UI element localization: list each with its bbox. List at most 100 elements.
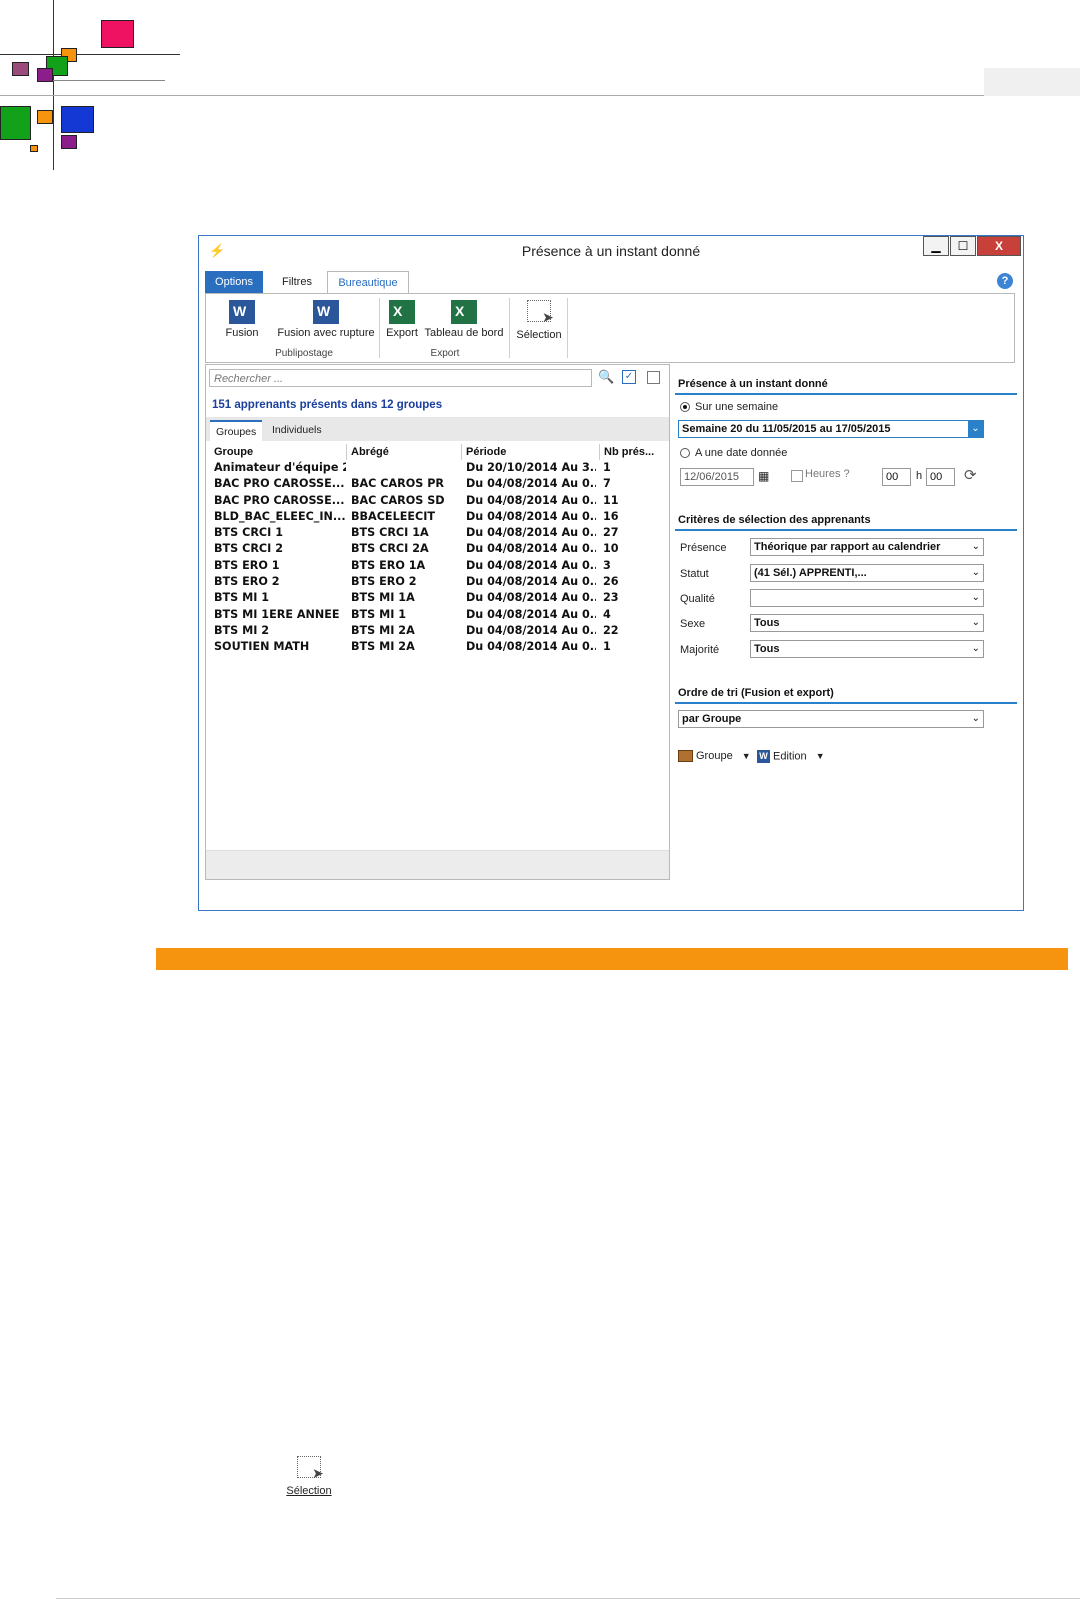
search-input[interactable]: Rechercher ... — [209, 369, 592, 387]
calendar-icon[interactable]: ▦ — [758, 469, 769, 483]
cell-groupe: BAC PRO CAROSSE... — [214, 493, 345, 507]
group-publipostage: Publipostage — [275, 348, 333, 359]
word-icon: W — [757, 750, 770, 763]
col-periode[interactable]: Période — [462, 444, 600, 460]
minimize-button[interactable]: ▁ — [923, 236, 949, 256]
presence-select[interactable]: Théorique par rapport au calendrier ⌄ — [750, 538, 984, 556]
fusion-label: Fusion — [225, 327, 259, 339]
table-row[interactable]: BTS MI 1ERE ANNEE BTS MI 1 Du 04/08/2014 A… — [210, 607, 668, 623]
cell-nb-presents: 1 — [603, 461, 611, 474]
col-groupe[interactable]: Groupe — [210, 444, 347, 460]
selection-illustration-label: Sélection — [286, 1485, 332, 1497]
tab-options[interactable]: Options — [205, 271, 263, 293]
statut-select[interactable]: (41 Sél.) APPRENTI,... ⌄ — [750, 564, 984, 582]
tab-filtres[interactable]: Filtres — [267, 271, 327, 293]
selection-button[interactable]: ➤ Sélection — [514, 300, 564, 341]
table-row[interactable]: BTS MI 1 BTS MI 1A Du 04/08/2014 Au 0... 23 — [210, 590, 668, 606]
cell-periode: Du 04/08/2014 Au 0... — [466, 509, 596, 523]
section-criteria-title: Critères de sélection des apprenants — [678, 514, 871, 526]
cell-abrege: BTS ERO 1A — [351, 558, 426, 572]
cell-nb-presents: 11 — [603, 493, 619, 507]
subtabs: Groupes Individuels — [206, 417, 669, 443]
groupe-button-label: Groupe — [696, 750, 733, 762]
cell-periode: Du 04/08/2014 Au 0... — [466, 623, 596, 637]
cell-groupe: BTS MI 2 — [214, 623, 270, 637]
excel-icon: X — [389, 300, 415, 324]
groupe-button[interactable]: Groupe ▼ — [678, 750, 751, 763]
table-row[interactable]: BTS ERO 2 BTS ERO 2 Du 04/08/2014 Au 0... 2… — [210, 574, 668, 590]
briefcase-icon — [678, 750, 693, 763]
table-row[interactable]: BTS ERO 1 BTS ERO 1A Du 04/08/2014 Au 0...… — [210, 558, 668, 574]
table-body: Animateur d'équipe 2... Du 20/10/2014 Au … — [210, 460, 668, 656]
fusion-rupture-button[interactable]: W Fusion avec rupture — [276, 300, 376, 339]
radio-date-label: A une date donnée — [695, 447, 788, 459]
table-row[interactable]: SOUTIEN MATH BTS MI 2A Du 04/08/2014 Au 0.… — [210, 639, 668, 655]
table-row[interactable]: Animateur d'équipe 2... Du 20/10/2014 Au … — [210, 460, 668, 476]
export-button[interactable]: X Export — [384, 300, 420, 339]
tab-groupes[interactable]: Groupes — [210, 420, 263, 443]
sexe-select[interactable]: Tous ⌄ — [750, 614, 984, 632]
table-row[interactable]: BTS CRCI 1 BTS CRCI 1A Du 04/08/2014 Au 0.… — [210, 525, 668, 541]
edition-button-label: Edition — [773, 750, 807, 763]
word-icon: W — [229, 300, 255, 324]
cell-nb-presents: 3 — [603, 558, 611, 572]
cell-nb-presents: 7 — [603, 477, 611, 491]
cell-periode: Du 04/08/2014 Au 0... — [466, 477, 596, 491]
cell-periode: Du 04/08/2014 Au 0... — [466, 607, 596, 621]
week-select[interactable]: Semaine 20 du 11/05/2015 au 17/05/2015 ⌄ — [678, 420, 984, 438]
maximize-button[interactable]: ☐ — [950, 236, 976, 256]
ribbon-separator — [567, 298, 568, 358]
qualite-select[interactable]: ⌄ — [750, 589, 984, 607]
search-icon[interactable]: 🔍 — [598, 369, 614, 385]
table-row[interactable]: BTS MI 2 BTS MI 2A Du 04/08/2014 Au 0... 22 — [210, 623, 668, 639]
radio-date[interactable] — [680, 448, 690, 458]
sort-select[interactable]: par Groupe ⌄ — [678, 710, 984, 728]
table-row[interactable]: BLD_BAC_ELEEC_IN... BBACELEECIT Du 04/08/2… — [210, 509, 668, 525]
minute-field[interactable]: 00 — [926, 468, 955, 486]
section-divider — [675, 529, 1017, 531]
col-nb-presents[interactable]: Nb prés... — [600, 444, 668, 460]
close-button[interactable]: X — [977, 236, 1021, 256]
edition-button[interactable]: W Edition ▼ — [757, 750, 825, 763]
selection-icon: ➤ — [297, 1456, 324, 1481]
col-abrege[interactable]: Abrégé — [347, 444, 462, 460]
ribbon-separator — [379, 298, 380, 358]
cell-groupe: BTS ERO 2 — [214, 575, 280, 589]
cell-groupe: BTS CRCI 1 — [214, 526, 283, 540]
cell-nb-presents: 1 — [603, 640, 611, 654]
tableau-de-bord-button[interactable]: X Tableau de bord — [422, 300, 506, 339]
tab-individuels[interactable]: Individuels — [266, 420, 328, 441]
hour-field[interactable]: 00 — [882, 468, 911, 486]
cell-groupe: BTS MI 1ERE ANNEE — [214, 607, 340, 621]
presence-count: 151 apprenants présents dans 12 groupes — [212, 399, 443, 411]
check-all-icon[interactable]: ✓ — [622, 370, 636, 384]
chevron-down-icon: ⌄ — [971, 617, 980, 628]
title-bar[interactable]: ⚡ Présence à un instant donné ▁ ☐ X — [199, 236, 1023, 266]
presence-window: ⚡ Présence à un instant donné ▁ ☐ X Opti… — [198, 235, 1024, 911]
hours-checkbox[interactable] — [791, 470, 803, 482]
cell-nb-presents: 26 — [603, 575, 619, 589]
chevron-down-icon: ⌄ — [971, 643, 980, 654]
majorite-select[interactable]: Tous ⌄ — [750, 640, 984, 658]
cell-groupe: BTS ERO 1 — [214, 558, 280, 572]
help-icon[interactable]: ? — [997, 273, 1013, 289]
radio-week[interactable] — [680, 402, 690, 412]
refresh-icon[interactable]: ⟳ — [964, 466, 977, 484]
excel-icon: X — [451, 300, 477, 324]
cell-nb-presents: 10 — [603, 542, 619, 556]
table-row[interactable]: BAC PRO CAROSSE... BAC CAROS SD Du 04/08/2… — [210, 493, 668, 509]
cell-nb-presents: 23 — [603, 591, 619, 605]
date-field[interactable]: 12/06/2015 — [680, 468, 754, 486]
fusion-button[interactable]: W Fusion — [220, 300, 264, 339]
uncheck-all-icon[interactable] — [647, 371, 660, 384]
tab-bureautique[interactable]: Bureautique — [327, 271, 409, 293]
orange-divider-bar — [156, 948, 1068, 970]
radio-week-label: Sur une semaine — [695, 401, 779, 413]
status-bar — [206, 850, 669, 879]
table-row[interactable]: BTS CRCI 2 BTS CRCI 2A Du 04/08/2014 Au 0.… — [210, 541, 668, 557]
section-divider — [675, 393, 1017, 395]
cell-groupe: BTS CRCI 2 — [214, 542, 283, 556]
table-row[interactable]: BAC PRO CAROSSE... BAC CAROS PR Du 04/08/2… — [210, 476, 668, 492]
cell-groupe: Animateur d'équipe 2... — [214, 461, 346, 474]
footer-line — [56, 1598, 1080, 1599]
